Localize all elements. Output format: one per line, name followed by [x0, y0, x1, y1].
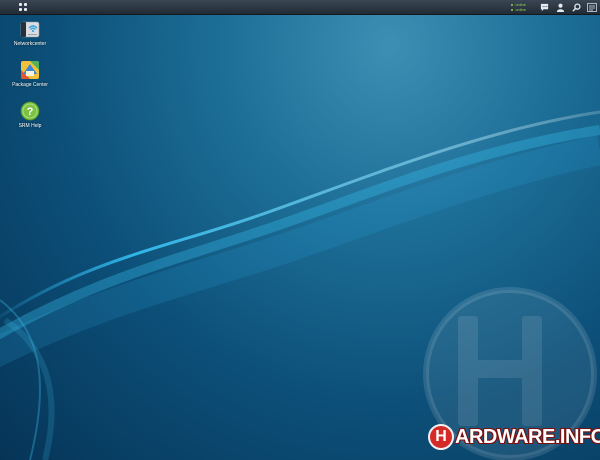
- status-line: online: [511, 7, 526, 12]
- shortcut-label: Networkcenter: [13, 41, 47, 47]
- taskbar: online online: [0, 0, 600, 15]
- chat-icon[interactable]: [536, 0, 552, 14]
- system-tray: online online: [511, 0, 600, 14]
- shortcut-networkcenter[interactable]: Networkcenter: [8, 19, 52, 47]
- widgets-icon[interactable]: [584, 0, 600, 14]
- connection-status[interactable]: online online: [511, 2, 526, 12]
- help-icon: ?: [20, 101, 40, 121]
- main-menu-button[interactable]: [15, 1, 31, 13]
- network-center-icon: [20, 19, 40, 39]
- logo-badge: H: [428, 424, 454, 450]
- status-dot: [511, 8, 514, 11]
- status-text: online: [515, 7, 526, 12]
- shortcut-label: SRM Help: [18, 123, 42, 129]
- svg-text:?: ?: [27, 106, 34, 118]
- shortcut-srm-help[interactable]: ? SRM Help: [8, 101, 52, 129]
- package-center-icon: [20, 60, 40, 80]
- hardware-info-logo: H ARDWARE.INFO: [428, 422, 600, 452]
- user-icon[interactable]: [552, 0, 568, 14]
- logo-wordmark: ARDWARE.INFO: [455, 425, 600, 448]
- search-icon[interactable]: [568, 0, 584, 14]
- shortcut-label: Package Center: [12, 82, 48, 88]
- grid-icon: [19, 3, 27, 11]
- shortcut-package-center[interactable]: Package Center: [8, 60, 52, 88]
- status-dot: [511, 3, 514, 6]
